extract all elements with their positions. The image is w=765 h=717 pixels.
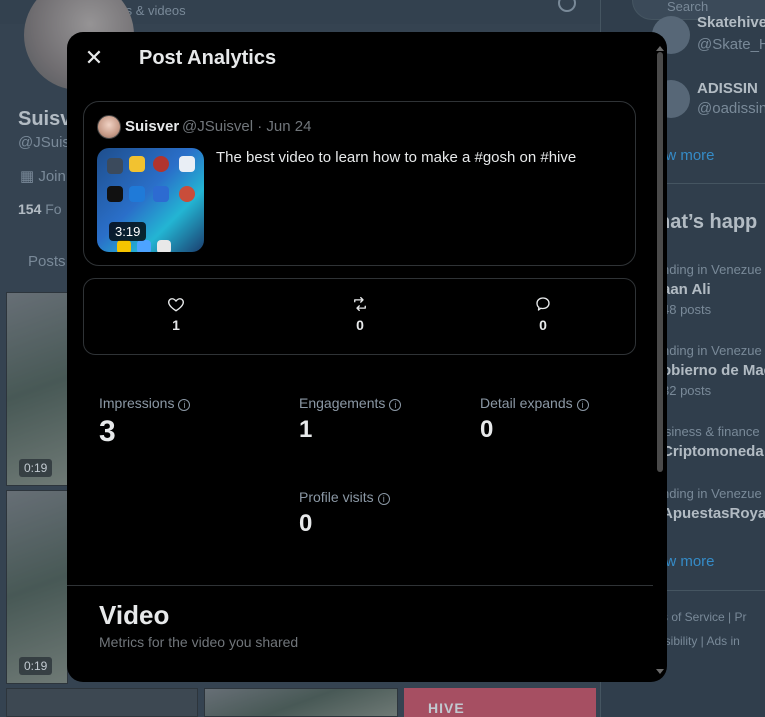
impressions-value: 3 xyxy=(99,415,116,448)
app-icon xyxy=(137,240,151,252)
app-icon xyxy=(157,240,171,252)
profile-visits-label-text: Profile visits xyxy=(299,489,374,505)
heart-icon xyxy=(168,298,184,312)
detail-expands-value: 0 xyxy=(480,416,494,443)
app-icon xyxy=(179,156,195,172)
video-section-title: Video xyxy=(99,600,170,630)
reply-icon xyxy=(536,297,550,311)
profile-visits-label: Profile visits i xyxy=(299,489,390,505)
engagements-label: Engagements i xyxy=(299,395,402,411)
video-thumbnail[interactable]: 3:19 xyxy=(97,148,204,252)
impressions-label-text: Impressions xyxy=(99,395,175,411)
post-author-meta: @JSuisvel · Jun 24 xyxy=(182,118,312,135)
scroll-up-arrow-icon[interactable] xyxy=(656,46,664,51)
info-icon[interactable]: i xyxy=(389,399,402,411)
reposts-count: 0 xyxy=(356,317,364,333)
info-icon[interactable]: i xyxy=(576,399,589,411)
app-icon xyxy=(107,186,123,202)
info-icon[interactable]: i xyxy=(377,493,390,505)
app-icon xyxy=(153,186,169,202)
info-icon[interactable]: i xyxy=(178,399,191,411)
likes-count: 1 xyxy=(172,317,180,333)
post-text: The best video to learn how to make a #g… xyxy=(216,149,577,166)
reposts-stat: 0 xyxy=(340,295,380,333)
video-section-subtitle: Metrics for the video you shared xyxy=(99,634,299,650)
app-icon xyxy=(129,186,145,202)
engagements-value: 1 xyxy=(299,416,313,443)
scroll-down-arrow-icon[interactable] xyxy=(656,669,664,674)
impressions-label: Impressions i xyxy=(99,395,191,411)
detail-expands-label-text: Detail expands xyxy=(480,395,573,411)
profile-visits-value: 0 xyxy=(299,510,313,537)
post-preview-card[interactable]: Suisver @JSuisvel · Jun 24 3:19 The best… xyxy=(83,101,636,266)
app-icon xyxy=(117,240,131,252)
video-duration: 3:19 xyxy=(109,222,147,241)
modal-scrollbar[interactable] xyxy=(655,46,665,674)
engagements-label-text: Engagements xyxy=(299,395,386,411)
engagements-metric: Engagements i 1 xyxy=(299,395,402,444)
app-icon xyxy=(107,158,123,174)
engagement-stats-card: 1 0 0 xyxy=(83,278,636,355)
profile-visits-metric: Profile visits i 0 xyxy=(299,489,390,538)
impressions-metric: Impressions i 3 xyxy=(99,395,191,449)
scrollbar-thumb[interactable] xyxy=(657,52,663,472)
avatar[interactable] xyxy=(97,115,121,139)
close-icon[interactable]: ✕ xyxy=(81,45,107,71)
detail-expands-metric: Detail expands i 0 xyxy=(480,395,589,444)
app-icon xyxy=(153,156,169,172)
replies-stat: 0 xyxy=(523,295,563,333)
post-analytics-modal: ✕ Post Analytics Suisver @JSuisvel · Jun… xyxy=(67,32,667,682)
replies-count: 0 xyxy=(539,317,547,333)
likes-stat: 1 xyxy=(156,295,196,333)
modal-title: Post Analytics xyxy=(139,47,277,69)
repost-icon xyxy=(354,296,366,312)
post-author-name[interactable]: Suisver xyxy=(125,118,179,135)
section-divider xyxy=(67,585,653,586)
detail-expands-label: Detail expands i xyxy=(480,395,589,411)
app-icon xyxy=(179,186,195,202)
app-icon xyxy=(129,156,145,172)
